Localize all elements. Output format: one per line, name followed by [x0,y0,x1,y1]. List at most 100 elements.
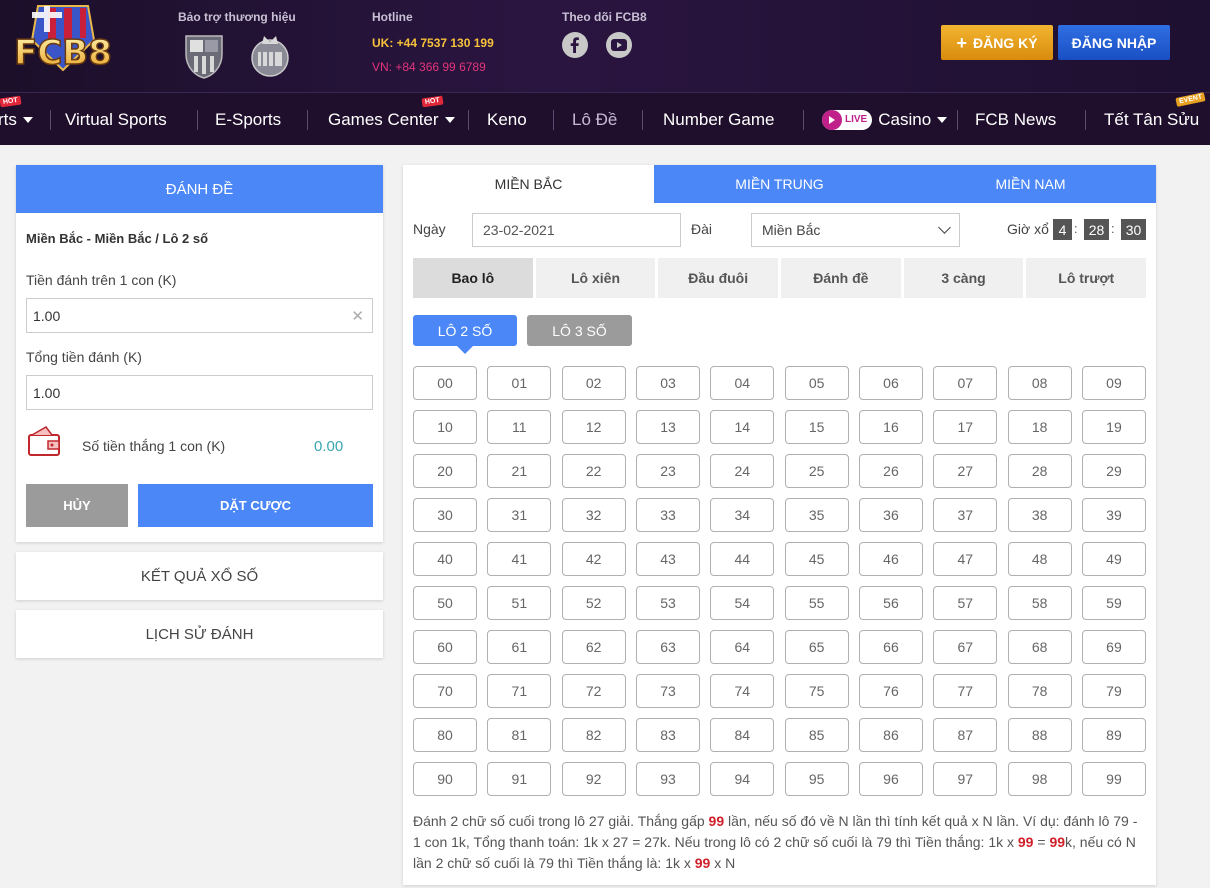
number-cell[interactable]: 61 [487,630,552,664]
number-cell[interactable]: 70 [413,674,477,708]
number-cell[interactable]: 28 [1007,454,1072,488]
number-cell[interactable]: 54 [710,586,775,620]
number-cell[interactable]: 71 [487,674,552,708]
number-cell[interactable]: 81 [487,718,552,752]
number-cell[interactable]: 36 [858,498,923,532]
number-cell[interactable]: 44 [710,542,775,576]
number-cell[interactable]: 69 [1081,630,1146,664]
number-cell[interactable]: 90 [413,762,477,796]
youtube-icon[interactable] [606,32,632,58]
number-cell[interactable]: 59 [1081,586,1146,620]
number-cell[interactable]: 39 [1081,498,1146,532]
number-cell[interactable]: 83 [635,718,700,752]
number-cell[interactable]: 08 [1007,366,1072,400]
stake-input[interactable]: 1.00 ✕ [26,298,373,333]
nav-item-sports[interactable]: HOT rts [0,93,33,146]
number-cell[interactable]: 82 [561,718,626,752]
tab-lo-2-so[interactable]: LÔ 2 SỐ [413,315,517,346]
number-cell[interactable]: 85 [784,718,849,752]
number-cell[interactable]: 03 [635,366,700,400]
station-select[interactable]: Miền Bắc [751,213,960,247]
tab-danh-de[interactable]: Đánh đề [781,258,901,298]
number-cell[interactable]: 73 [635,674,700,708]
number-cell[interactable]: 41 [487,542,552,576]
number-cell[interactable]: 45 [784,542,849,576]
number-cell[interactable]: 17 [933,410,998,444]
number-cell[interactable]: 86 [858,718,923,752]
number-cell[interactable]: 05 [784,366,849,400]
number-cell[interactable]: 07 [933,366,998,400]
number-cell[interactable]: 24 [710,454,775,488]
number-cell[interactable]: 43 [635,542,700,576]
cancel-button[interactable]: HỦY [26,484,128,527]
number-cell[interactable]: 01 [487,366,552,400]
number-cell[interactable]: 84 [710,718,775,752]
login-button[interactable]: ĐĂNG NHẬP [1058,25,1170,60]
total-input[interactable]: 1.00 [26,375,373,410]
number-cell[interactable]: 52 [561,586,626,620]
number-cell[interactable]: 65 [784,630,849,664]
number-cell[interactable]: 11 [487,410,552,444]
hotline-uk[interactable]: UK: +44 7537 130 199 [372,36,494,50]
tab-lo-truot[interactable]: Lô trượt [1026,258,1147,298]
number-cell[interactable]: 50 [413,586,477,620]
number-cell[interactable]: 97 [933,762,998,796]
date-input[interactable]: 23-02-2021 [472,213,681,247]
number-cell[interactable]: 27 [933,454,998,488]
nav-item-fcb-news[interactable]: FCB News [975,93,1056,146]
number-cell[interactable]: 14 [710,410,775,444]
number-cell[interactable]: 20 [413,454,477,488]
nav-item-tet-tan-suu[interactable]: EVENT Tết Tân Sửu [1104,92,1206,146]
number-cell[interactable]: 94 [710,762,775,796]
number-cell[interactable]: 66 [858,630,923,664]
number-cell[interactable]: 76 [858,674,923,708]
clear-icon[interactable]: ✕ [351,307,364,325]
number-cell[interactable]: 02 [561,366,626,400]
number-cell[interactable]: 30 [413,498,477,532]
number-cell[interactable]: 68 [1007,630,1072,664]
number-cell[interactable]: 35 [784,498,849,532]
number-cell[interactable]: 29 [1081,454,1146,488]
number-cell[interactable]: 26 [858,454,923,488]
nav-item-casino[interactable]: LIVE Casino [822,93,948,146]
number-cell[interactable]: 37 [933,498,998,532]
nav-item-virtual-sports[interactable]: Virtual Sports [65,93,167,146]
nav-item-games-center[interactable]: HOT Games Center [328,93,455,146]
lottery-results-link[interactable]: KẾT QUẢ XỔ SỐ [16,552,383,600]
number-cell[interactable]: 99 [1081,762,1146,796]
number-cell[interactable]: 87 [933,718,998,752]
number-cell[interactable]: 92 [561,762,626,796]
number-cell[interactable]: 19 [1081,410,1146,444]
number-cell[interactable]: 22 [561,454,626,488]
number-cell[interactable]: 95 [784,762,849,796]
tab-mien-trung[interactable]: MIỀN TRUNG [654,165,905,203]
number-cell[interactable]: 38 [1007,498,1072,532]
number-cell[interactable]: 00 [413,366,477,400]
tab-lo-xien[interactable]: Lô xiên [535,258,656,298]
number-cell[interactable]: 10 [413,410,477,444]
number-cell[interactable]: 42 [561,542,626,576]
facebook-icon[interactable] [562,32,588,58]
number-cell[interactable]: 74 [710,674,775,708]
number-cell[interactable]: 32 [561,498,626,532]
number-cell[interactable]: 72 [561,674,626,708]
number-cell[interactable]: 47 [933,542,998,576]
number-cell[interactable]: 56 [858,586,923,620]
register-button[interactable]: + ĐĂNG KÝ [941,25,1053,60]
number-cell[interactable]: 49 [1081,542,1146,576]
tab-mien-nam[interactable]: MIỀN NAM [905,165,1156,203]
number-cell[interactable]: 79 [1081,674,1146,708]
number-cell[interactable]: 09 [1081,366,1146,400]
number-cell[interactable]: 60 [413,630,477,664]
number-cell[interactable]: 91 [487,762,552,796]
number-cell[interactable]: 67 [933,630,998,664]
number-cell[interactable]: 34 [710,498,775,532]
number-cell[interactable]: 12 [561,410,626,444]
number-cell[interactable]: 18 [1007,410,1072,444]
number-cell[interactable]: 51 [487,586,552,620]
bet-history-link[interactable]: LỊCH SỬ ĐÁNH [16,610,383,658]
nav-item-esports[interactable]: E-Sports [215,93,281,146]
number-cell[interactable]: 06 [858,366,923,400]
number-cell[interactable]: 64 [710,630,775,664]
number-cell[interactable]: 63 [635,630,700,664]
